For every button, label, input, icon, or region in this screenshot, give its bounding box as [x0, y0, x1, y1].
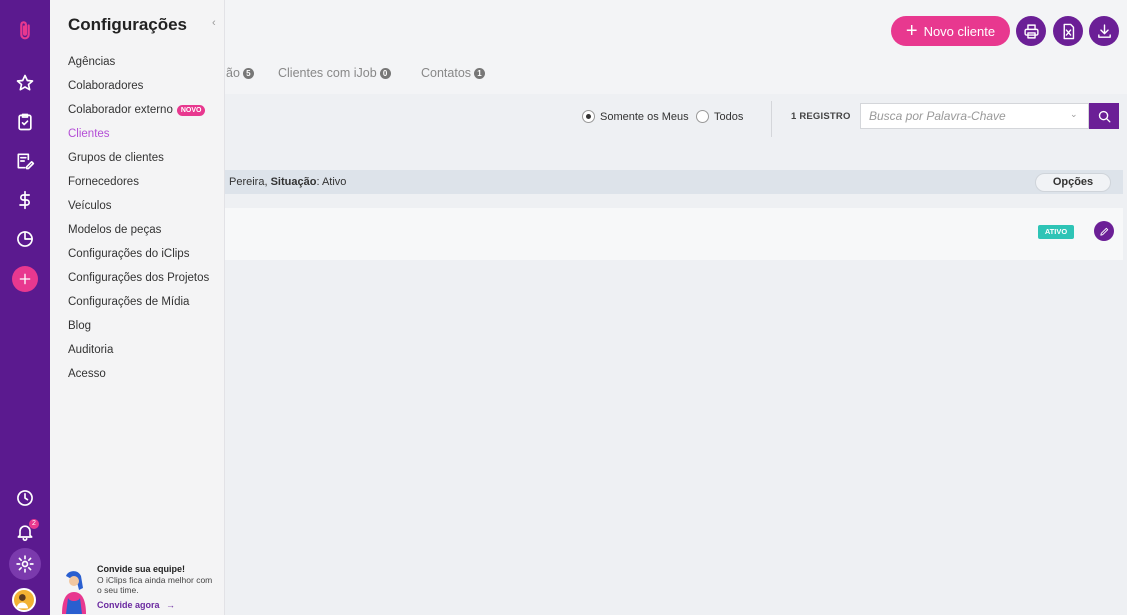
search-icon [1098, 110, 1110, 122]
export-excel-button[interactable] [1053, 16, 1083, 46]
search-button[interactable] [1089, 103, 1119, 129]
tab-label: ão [226, 66, 240, 80]
menu-item-label: Colaboradores [68, 80, 144, 92]
search-input[interactable] [860, 103, 1089, 129]
download-button[interactable] [1089, 16, 1119, 46]
invite-team-card: Convide sua equipe! O iClips fica ainda … [55, 562, 220, 614]
table-row[interactable] [225, 208, 1123, 260]
chevron-down-icon[interactable]: ⌄ [1070, 109, 1078, 120]
invite-link[interactable]: Convide agora → [97, 600, 175, 610]
dollar-icon[interactable] [10, 185, 40, 215]
menu-item-fornecedores[interactable]: Fornecedores [68, 174, 209, 198]
radio-label: Somente os Meus [600, 110, 689, 123]
print-button[interactable] [1016, 16, 1046, 46]
plus-icon: + [905, 20, 918, 42]
tab-clientes-com-ijob[interactable]: Clientes com iJob 0 [278, 66, 391, 80]
status-badge: ATIVO [1038, 225, 1074, 239]
menu-item-acesso[interactable]: Acesso [68, 366, 209, 390]
menu-item-label: Auditoria [68, 344, 114, 356]
tab-partial[interactable]: ão 5 [226, 66, 254, 80]
bell-icon[interactable]: 2 [10, 517, 40, 547]
divider [771, 101, 772, 137]
tab-label: Clientes com iJob [278, 66, 377, 80]
menu-item-label: Blog [68, 320, 92, 332]
filter-situacao-value: : Ativo [316, 176, 347, 188]
menu-item-label: Veículos [68, 200, 112, 212]
menu-item-label: Configurações dos Projetos [68, 272, 210, 284]
clipboard-check-icon[interactable] [10, 107, 40, 137]
excel-file-icon [1063, 23, 1074, 39]
gear-icon[interactable] [9, 548, 41, 580]
tab-count-badge: 1 [474, 67, 486, 79]
menu-item-grupos-de-clientes[interactable]: Grupos de clientes [68, 150, 209, 174]
menu-item-configuracoes-midia[interactable]: Configurações de Mídia [68, 294, 209, 318]
radio-somente-os-meus[interactable]: Somente os Meus [582, 110, 689, 123]
invite-text: O iClips fica ainda melhor com o seu tim… [97, 575, 213, 595]
radio-checked-icon [582, 110, 595, 123]
menu-item-configuracoes-projetos[interactable]: Configurações dos Projetos [68, 270, 209, 294]
menu-item-label: Acesso [68, 368, 106, 380]
settings-menu: Agências Colaboradores Colaborador exter… [68, 54, 209, 390]
menu-item-label: Modelos de peças [68, 224, 162, 236]
pencil-icon [1099, 227, 1108, 236]
radio-label: Todos [714, 110, 744, 123]
panel-title: Configurações [68, 15, 188, 34]
record-count: 1 REGISTRO [791, 111, 851, 122]
edit-button[interactable] [1094, 221, 1114, 241]
arrow-right-icon: → [166, 600, 176, 610]
printer-icon [1023, 23, 1039, 39]
menu-item-colaborador-externo[interactable]: Colaborador externo NOVO [68, 102, 209, 126]
radio-todos[interactable]: Todos [696, 110, 743, 123]
active-filter-bar: Pereira, Situação: Ativo [225, 170, 1123, 194]
add-icon[interactable] [12, 266, 38, 292]
paperclip-logo-icon[interactable] [10, 16, 40, 46]
new-client-label: Novo cliente [923, 23, 996, 39]
menu-item-clientes[interactable]: Clientes [68, 126, 209, 150]
menu-item-label: Configurações do iClips [68, 248, 190, 260]
invite-illustration [62, 571, 86, 614]
filter-text: Pereira, [229, 176, 271, 188]
options-button[interactable]: Opções [1035, 173, 1111, 192]
tab-contatos[interactable]: Contatos 1 [421, 66, 486, 80]
invite-link-label: Convide agora [97, 600, 160, 610]
menu-item-auditoria[interactable]: Auditoria [68, 342, 209, 366]
radio-unchecked-icon [696, 110, 709, 123]
menu-item-blog[interactable]: Blog [68, 318, 209, 342]
menu-item-agencias[interactable]: Agências [68, 54, 209, 78]
menu-item-veiculos[interactable]: Veículos [68, 198, 209, 222]
collapse-panel-button[interactable]: ‹ [212, 17, 216, 29]
download-icon [1097, 23, 1111, 38]
menu-item-label: Grupos de clientes [68, 152, 164, 164]
tab-count-badge: 5 [242, 67, 254, 79]
tab-count-badge: 0 [379, 67, 391, 79]
pie-chart-icon[interactable] [10, 224, 40, 254]
left-rail: 2 [0, 0, 50, 615]
menu-item-label: Agências [68, 56, 116, 68]
menu-item-label: Clientes [68, 128, 110, 140]
new-badge: NOVO [176, 105, 206, 116]
menu-item-colaboradores[interactable]: Colaboradores [68, 78, 209, 102]
menu-item-configuracoes-iclips[interactable]: Configurações do iClips [68, 246, 209, 270]
menu-item-label: Fornecedores [68, 176, 139, 188]
tab-label: Contatos [421, 66, 472, 80]
edit-list-icon[interactable] [10, 146, 40, 176]
clock-icon[interactable] [10, 483, 40, 513]
star-icon[interactable] [10, 68, 40, 98]
invite-title: Convide sua equipe! [97, 564, 186, 574]
menu-item-label: Colaborador externo [68, 104, 173, 116]
menu-item-label: Configurações de Mídia [68, 296, 190, 308]
settings-panel: Configurações ‹ Agências Colaboradores C… [50, 0, 225, 615]
menu-item-modelos-de-pecas[interactable]: Modelos de peças [68, 222, 209, 246]
filter-situacao-label: Situação [270, 176, 317, 188]
avatar[interactable] [12, 588, 36, 612]
new-client-button[interactable]: + Novo cliente [891, 16, 1010, 46]
notification-count-badge: 2 [29, 519, 39, 529]
